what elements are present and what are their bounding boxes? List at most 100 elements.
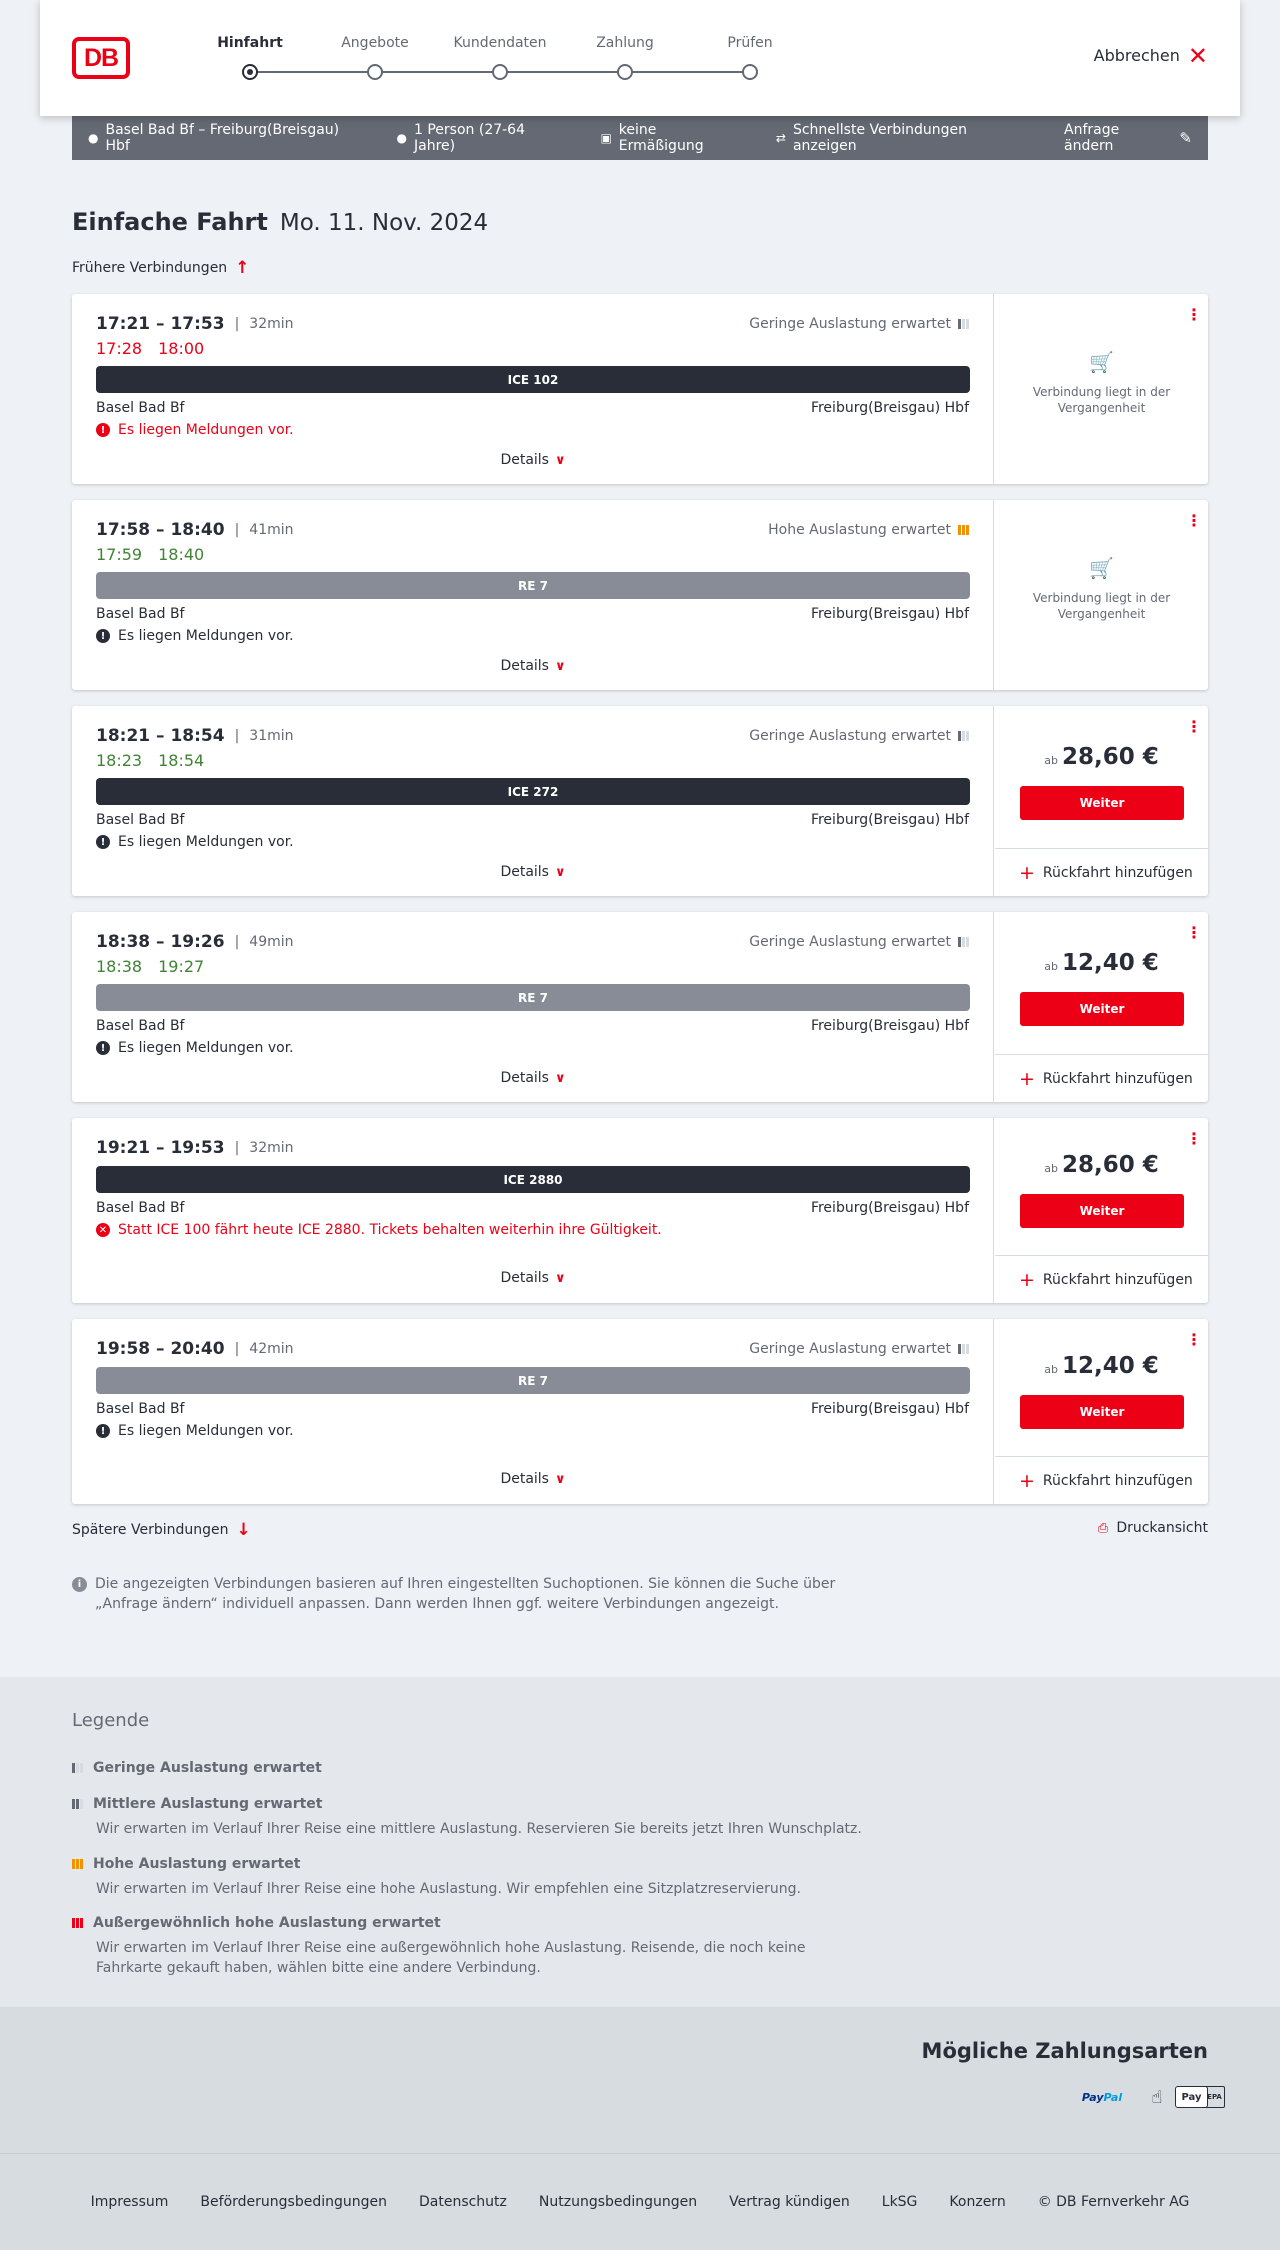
location-pin-icon: ●: [88, 131, 99, 145]
chevron-down-icon: ∨: [554, 1472, 566, 1487]
message-notice[interactable]: ! Es liegen Meldungen vor.: [96, 422, 294, 438]
legend-item-title: Mittlere Auslastung erwartet: [72, 1796, 872, 1812]
more-options-icon[interactable]: ⋮: [1186, 1332, 1202, 1348]
fastest-connections-toggle[interactable]: ⇄ Schnellste Verbindungen anzeigen: [776, 122, 1032, 154]
planned-times: 18:21 – 18:54: [96, 726, 225, 746]
alert-icon: !: [96, 629, 110, 643]
legend-item-label: Mittlere Auslastung erwartet: [93, 1796, 323, 1812]
price-value: 28,60 €: [1061, 1152, 1159, 1178]
message-notice[interactable]: ! Es liegen Meldungen vor.: [96, 1040, 294, 1056]
connection-main: 19:21 – 19:53 | 32min ICE 2880 Basel Bad B…: [72, 1118, 994, 1303]
train-bar[interactable]: ICE 272: [96, 778, 970, 805]
train-bar[interactable]: RE 7: [96, 984, 970, 1011]
more-options-icon[interactable]: ⋮: [1186, 925, 1202, 941]
footer-link-datenschutz[interactable]: Datenschutz: [419, 2194, 507, 2210]
later-connections-link[interactable]: Spätere Verbindungen ↓: [72, 1520, 251, 1540]
search-persons: ● 1 Person (27-64 Jahre): [397, 122, 569, 154]
offer-panel: ⋮ ab 12,40 € Weiter + Rückfahrt hinzufügen: [995, 1319, 1208, 1504]
print-view-link[interactable]: ⎙ Druckansicht: [1098, 1520, 1208, 1536]
load-extreme-icon: [72, 1918, 83, 1928]
destination-station: Freiburg(Breisgau) Hbf: [810, 1200, 969, 1216]
load-low-icon: [958, 937, 969, 947]
add-return-trip-button[interactable]: + Rückfahrt hinzufügen: [995, 848, 1208, 896]
load-text: Hohe Auslastung erwartet: [768, 522, 951, 538]
continue-button[interactable]: Weiter: [1020, 992, 1184, 1026]
return-label: Rückfahrt hinzufügen: [1042, 864, 1193, 881]
legend-item: Mittlere Auslastung erwartet Wir erwarten…: [72, 1796, 872, 1839]
divider: |: [234, 1341, 240, 1357]
footer-link-impressum[interactable]: Impressum: [91, 2194, 169, 2210]
db-logo[interactable]: DB: [72, 37, 130, 79]
details-toggle[interactable]: Details ∨: [72, 452, 994, 468]
connection-main: 19:58 – 20:40 | 42min Geringe Auslastung e…: [72, 1319, 994, 1504]
footer-link-konzern[interactable]: Konzern: [949, 2194, 1005, 2210]
replacement-notice[interactable]: ✕ Statt ICE 100 fährt heute ICE 2880. Tic…: [96, 1222, 662, 1238]
divider: |: [234, 728, 240, 744]
step-label: Zahlung: [596, 35, 654, 51]
legend-item-title: Außergewöhnlich hohe Auslastung erwartet: [72, 1915, 872, 1931]
more-options-icon[interactable]: ⋮: [1186, 1131, 1202, 1147]
add-return-trip-button[interactable]: + Rückfahrt hinzufügen: [995, 1054, 1208, 1102]
past-text: Verbindung liegt in der Vergangenheit: [1032, 591, 1171, 621]
details-toggle[interactable]: Details ∨: [72, 864, 994, 880]
alert-icon: !: [96, 1041, 110, 1055]
step-kundendaten: Kundendaten: [450, 0, 550, 116]
plus-icon: +: [1019, 861, 1035, 884]
footer-link-nutzungsbedingungen[interactable]: Nutzungsbedingungen: [539, 2194, 697, 2210]
train-bar[interactable]: RE 7: [96, 572, 970, 599]
price: ab 12,40 €: [995, 950, 1208, 976]
continue-button[interactable]: Weiter: [1020, 1194, 1184, 1228]
connection-card[interactable]: 18:21 – 18:54 | 31min Geringe Auslastung e…: [72, 706, 1208, 896]
add-return-trip-button[interactable]: + Rückfahrt hinzufügen: [995, 1456, 1208, 1504]
title-date: Mo. 11. Nov. 2024: [279, 210, 489, 236]
footer-link-vertrag-kuendigen[interactable]: Vertrag kündigen: [729, 2194, 850, 2210]
train-bar[interactable]: RE 7: [96, 1367, 970, 1394]
divider: |: [234, 522, 240, 538]
connection-main: 18:38 – 19:26 | 49min Geringe Auslastung e…: [72, 912, 994, 1102]
search-discount-text: keine Ermäßigung: [618, 122, 704, 154]
connection-main: 18:21 – 18:54 | 31min Geringe Auslastung e…: [72, 706, 994, 896]
details-toggle[interactable]: Details ∨: [72, 1471, 994, 1487]
more-options-icon[interactable]: ⋮: [1186, 719, 1202, 735]
connection-card[interactable]: 19:21 – 19:53 | 32min ICE 2880 Basel Bad B…: [72, 1118, 1208, 1303]
footer-link-lksg[interactable]: LkSG: [882, 2194, 918, 2210]
connection-card[interactable]: 17:21 – 17:53 | 32min Geringe Auslastung e…: [72, 294, 1208, 484]
destination-station: Freiburg(Breisgau) Hbf: [810, 1018, 969, 1034]
message-notice[interactable]: ! Es liegen Meldungen vor.: [96, 628, 294, 644]
connection-card[interactable]: 18:38 – 19:26 | 49min Geringe Auslastung e…: [72, 912, 1208, 1102]
search-route: ● Basel Bad Bf – Freiburg(Breisgau) Hbf: [88, 122, 365, 154]
footer-link-befoerderungsbedingungen[interactable]: Beförderungsbedingungen: [200, 2194, 387, 2210]
origin-station: Basel Bad Bf: [96, 1018, 185, 1034]
continue-button[interactable]: Weiter: [1020, 786, 1184, 820]
details-label: Details: [500, 452, 549, 468]
connection-card[interactable]: 17:58 – 18:40 | 41min Hohe Auslastung erwa…: [72, 500, 1208, 690]
price-value: 12,40 €: [1061, 1353, 1159, 1379]
details-toggle[interactable]: Details ∨: [72, 658, 994, 674]
edit-request-button[interactable]: Anfrage ändern ✎: [1064, 122, 1192, 154]
connection-card[interactable]: 19:58 – 20:40 | 42min Geringe Auslastung e…: [72, 1319, 1208, 1504]
cancel-button[interactable]: Abbrechen ✕: [1094, 44, 1208, 68]
continue-button[interactable]: Weiter: [1020, 1395, 1184, 1429]
add-return-trip-button[interactable]: + Rückfahrt hinzufügen: [995, 1255, 1208, 1303]
message-notice[interactable]: ! Es liegen Meldungen vor.: [96, 834, 294, 850]
price-prefix: ab: [1044, 1363, 1058, 1376]
price: ab 28,60 €: [995, 1152, 1208, 1178]
load-low-icon: [72, 1763, 83, 1773]
realtime-departure: 18:23: [96, 751, 143, 770]
cancel-circle-icon: ✕: [96, 1223, 110, 1237]
train-bar[interactable]: ICE 102: [96, 366, 970, 393]
origin-station: Basel Bad Bf: [96, 812, 185, 828]
more-options-icon[interactable]: ⋮: [1186, 513, 1202, 529]
train-bar[interactable]: ICE 2880: [96, 1166, 970, 1193]
load-indicator: Hohe Auslastung erwartet: [768, 522, 969, 538]
step-dot: [742, 64, 758, 80]
details-toggle[interactable]: Details ∨: [72, 1070, 994, 1086]
legend-item-desc: Wir erwarten im Verlauf Ihrer Reise eine…: [96, 1940, 806, 1976]
earlier-connections-link[interactable]: Frühere Verbindungen ↑: [72, 258, 249, 278]
details-toggle[interactable]: Details ∨: [72, 1270, 994, 1286]
message-notice[interactable]: ! Es liegen Meldungen vor.: [96, 1423, 294, 1439]
applepay-label: Pay: [1181, 2091, 1202, 2103]
details-label: Details: [500, 658, 549, 674]
search-route-text: Basel Bad Bf – Freiburg(Breisgau) Hbf: [105, 122, 340, 154]
more-options-icon[interactable]: ⋮: [1186, 307, 1202, 323]
